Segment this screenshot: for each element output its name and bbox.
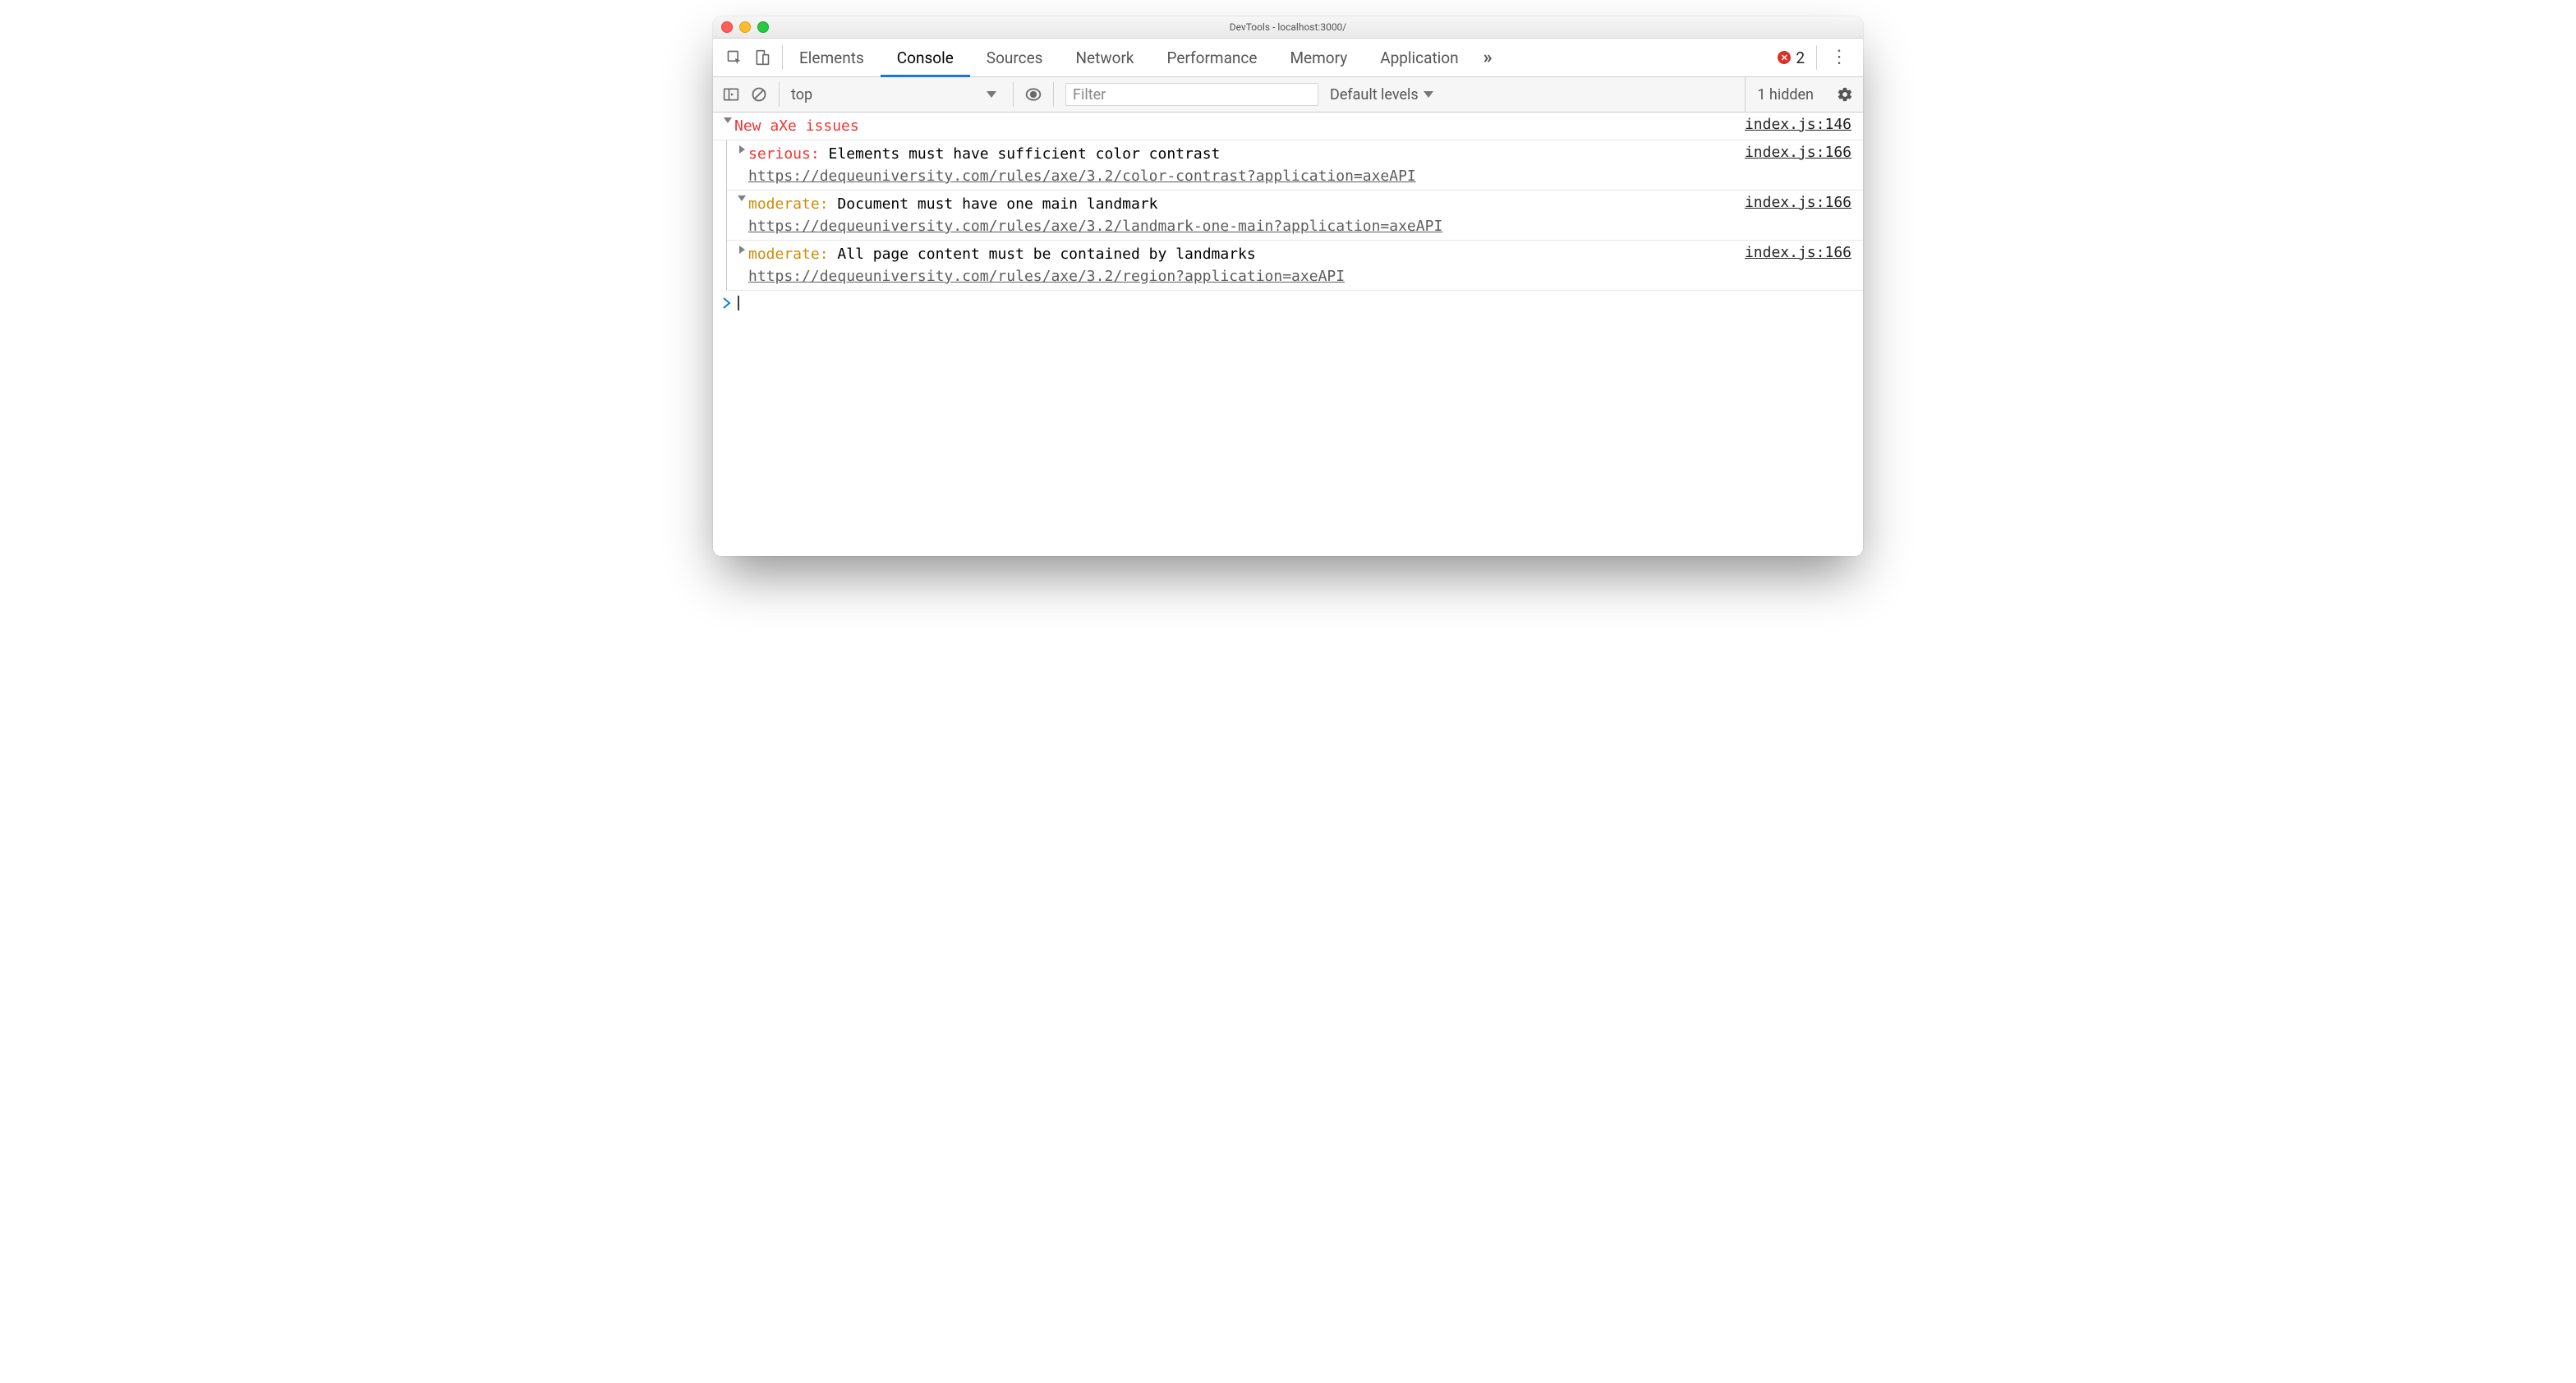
more-tabs-button[interactable]: » [1475,39,1501,76]
minimize-window-button[interactable] [739,21,751,33]
issue-docs-link[interactable]: https://dequeuniversity.com/rules/axe/3.… [748,218,1442,235]
clear-console-icon[interactable] [751,86,767,103]
log-levels-select[interactable]: Default levels [1330,86,1433,103]
console-output: New aXe issues index.js:146 serious: Ele… [713,113,1863,556]
hidden-messages-label[interactable]: 1 hidden [1745,77,1814,112]
filter-input[interactable]: Filter [1065,83,1318,106]
console-group-body: serious: Elements must have sufficient c… [726,140,1863,291]
disclosure-triangle-icon [724,117,732,123]
group-title: New aXe issues [734,115,1745,137]
severity-label: moderate: [748,246,829,263]
tab-sources[interactable]: Sources [970,39,1060,76]
disclosure-triangle-icon [738,195,746,201]
panel-tabs: Elements Console Sources Network Perform… [713,39,1863,77]
source-link[interactable]: index.js:166 [1745,243,1852,261]
source-link[interactable]: index.js:146 [1745,115,1852,133]
issue-message: Elements must have sufficient color cont… [829,145,1221,163]
console-group-header[interactable]: New aXe issues index.js:146 [713,113,1863,140]
issue-message: All page content must be contained by la… [837,246,1255,263]
error-icon: ✕ [1778,51,1791,64]
error-count: 2 [1796,48,1805,67]
window-title: DevTools - localhost:3000/ [1230,21,1347,33]
severity-label: serious: [748,145,820,163]
separator [1053,82,1054,107]
close-window-button[interactable] [721,21,733,33]
filter-placeholder: Filter [1073,86,1106,103]
tab-console[interactable]: Console [881,39,970,76]
console-settings-icon[interactable] [1825,86,1853,103]
console-prompt[interactable] [713,291,1863,315]
traffic-lights [721,21,769,33]
separator [1013,82,1014,107]
chevron-down-icon [987,91,996,98]
inspect-tools [721,49,782,66]
console-issue-row[interactable]: moderate: Document must have one main la… [727,191,1863,241]
console-toolbar: top Filter Default levels 1 hidden [713,77,1863,113]
error-count-badge[interactable]: ✕ 2 [1778,48,1816,67]
separator [779,82,780,107]
severity-label: moderate: [748,195,829,213]
chevron-down-icon [1424,91,1433,98]
input-caret [738,296,739,310]
disclosure-triangle-icon [739,246,745,254]
devtools-menu-button[interactable]: ⋮ [1817,55,1855,61]
devtools-window: DevTools - localhost:3000/ Elements Cons… [713,16,1863,556]
tab-elements[interactable]: Elements [783,39,881,76]
issue-docs-link[interactable]: https://dequeuniversity.com/rules/axe/3.… [748,268,1345,285]
levels-label: Default levels [1330,86,1419,103]
tab-memory[interactable]: Memory [1273,39,1364,76]
device-toolbar-icon[interactable] [754,49,770,66]
inspect-element-icon[interactable] [726,49,743,66]
tab-network[interactable]: Network [1059,39,1150,76]
zoom-window-button[interactable] [757,21,769,33]
tab-performance[interactable]: Performance [1151,39,1274,76]
source-link[interactable]: index.js:166 [1745,193,1852,211]
context-label: top [791,86,812,103]
issue-message: Document must have one main landmark [837,195,1157,213]
execution-context-select[interactable]: top [791,86,1001,103]
tab-application[interactable]: Application [1364,39,1474,76]
disclosure-triangle-icon [739,145,745,154]
console-sidebar-toggle-icon[interactable] [723,86,739,103]
issue-docs-link[interactable]: https://dequeuniversity.com/rules/axe/3.… [748,168,1416,185]
live-expression-icon[interactable] [1025,86,1042,103]
console-issue-row[interactable]: serious: Elements must have sufficient c… [727,140,1863,191]
console-issue-row[interactable]: moderate: All page content must be conta… [727,241,1863,291]
source-link[interactable]: index.js:166 [1745,143,1852,161]
window-titlebar: DevTools - localhost:3000/ [713,16,1863,39]
